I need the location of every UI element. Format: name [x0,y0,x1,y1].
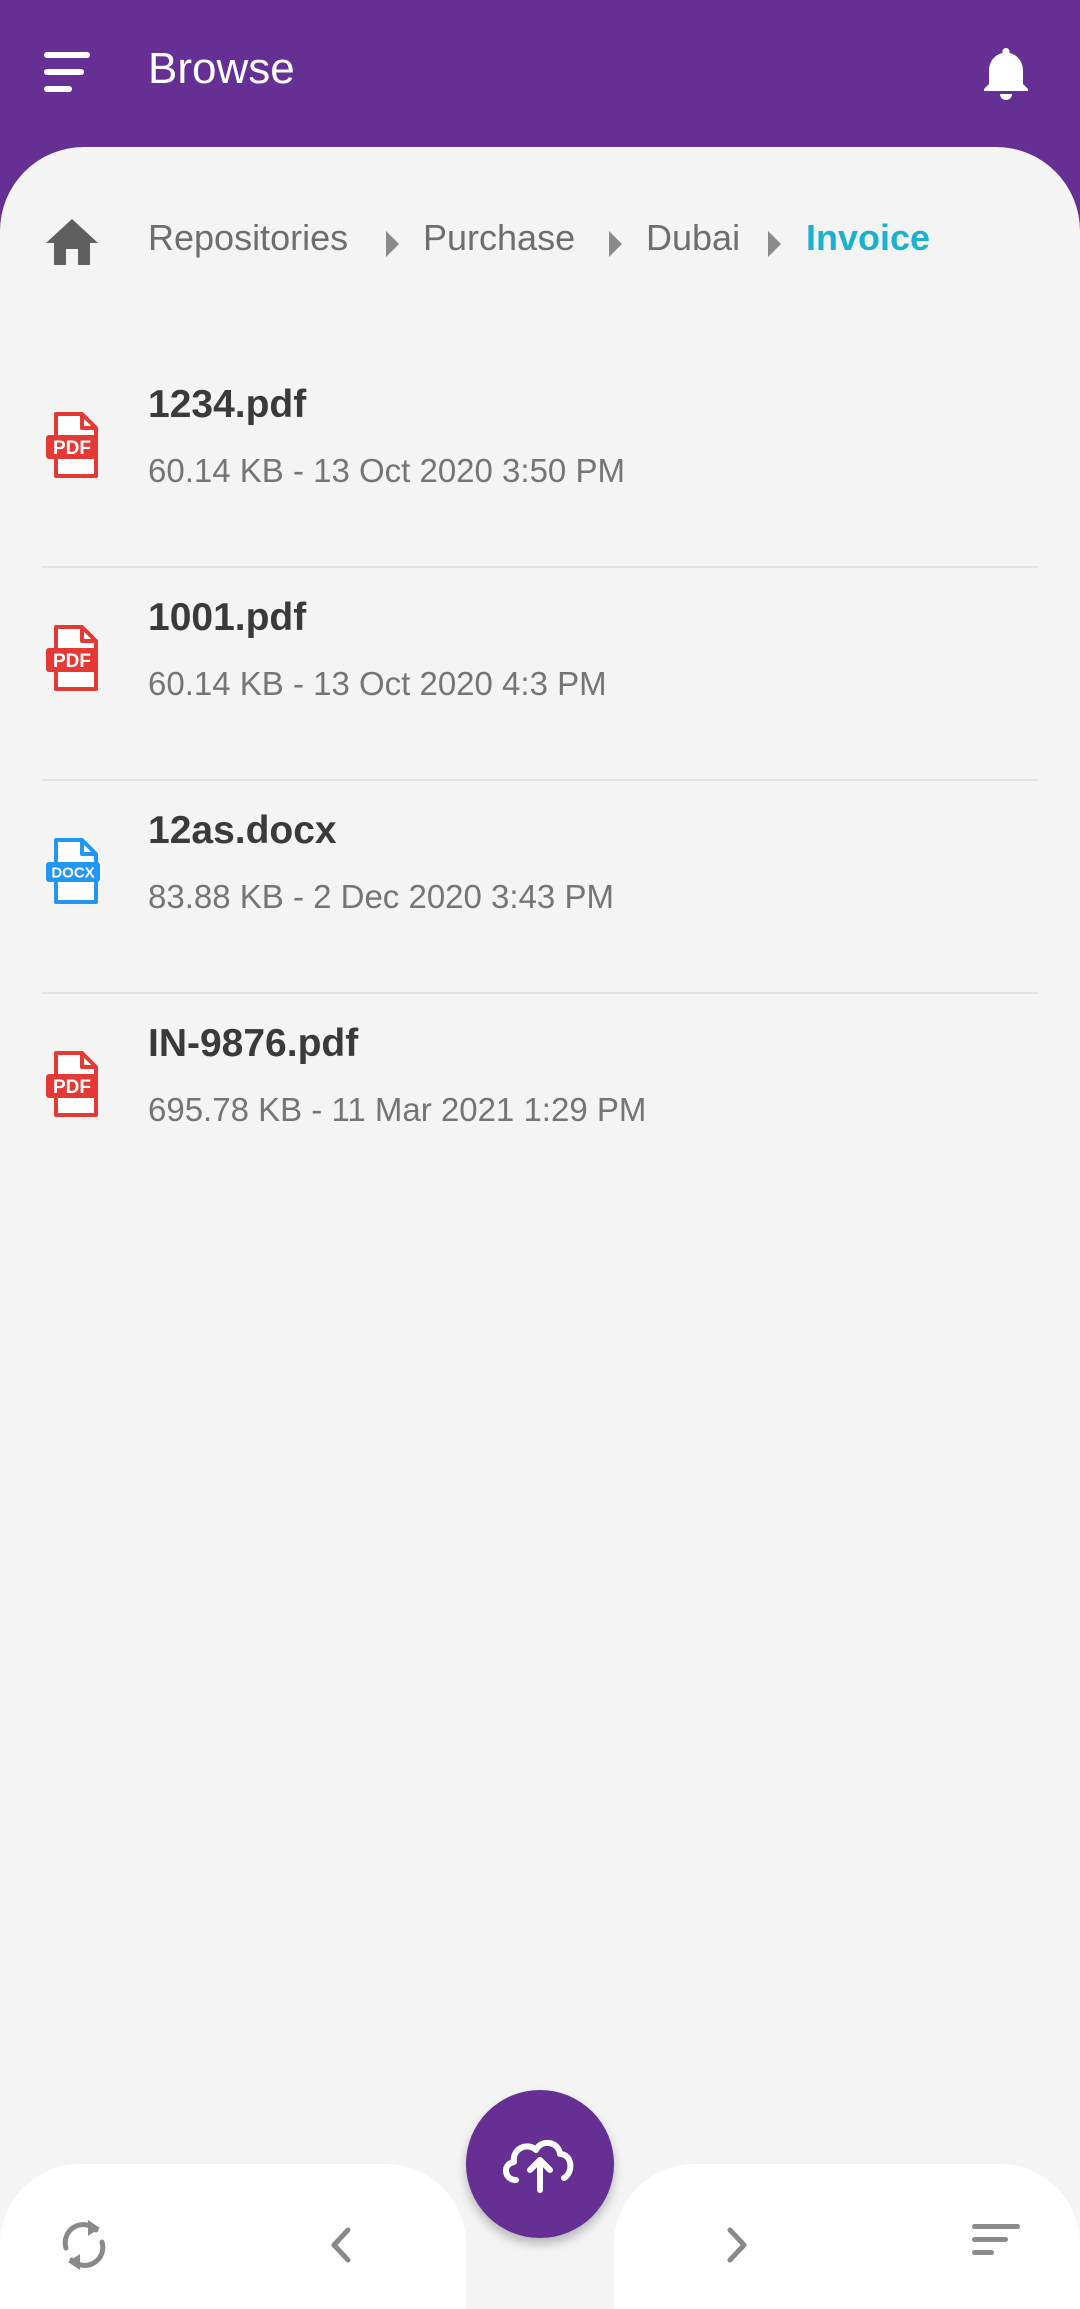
page-title: Browse [148,44,295,93]
pdf-file-icon: PDF [44,411,102,479]
file-item[interactable]: PDF IN-9876.pdf 695.78 KB - 11 Mar 2021 … [0,994,1080,1207]
docx-file-icon: DOCX [44,837,102,905]
menu-icon[interactable] [44,46,94,100]
file-item[interactable]: PDF 1001.pdf 60.14 KB - 13 Oct 2020 4:3 … [0,568,1080,781]
app: Browse Repositories Purchase Dubai Invoi… [0,0,1080,2309]
content-sheet: Repositories Purchase Dubai Invoice PDF [0,147,1080,2309]
file-name: 12as.docx [148,809,337,852]
chevron-right-icon [386,231,399,257]
file-item[interactable]: DOCX 12as.docx 83.88 KB - 2 Dec 2020 3:4… [0,781,1080,994]
refresh-icon[interactable] [58,2214,110,2274]
file-item[interactable]: PDF 1234.pdf 60.14 KB - 13 Oct 2020 3:50… [0,355,1080,568]
file-meta: 695.78 KB - 11 Mar 2021 1:29 PM [148,1091,647,1128]
svg-text:DOCX: DOCX [51,865,94,882]
file-name: 1234.pdf [148,383,307,426]
svg-text:PDF: PDF [53,651,91,672]
file-meta: 60.14 KB - 13 Oct 2020 4:3 PM [148,665,607,702]
svg-text:PDF: PDF [53,1077,91,1098]
file-list: PDF 1234.pdf 60.14 KB - 13 Oct 2020 3:50… [0,355,1080,1207]
cloud-upload-icon [503,2140,574,2193]
bell-icon[interactable] [980,44,1032,102]
file-meta: 60.14 KB - 13 Oct 2020 3:50 PM [148,452,625,489]
chevron-right-icon [609,231,622,257]
file-name: 1001.pdf [148,596,307,639]
upload-button[interactable] [466,2090,614,2238]
home-icon[interactable] [44,217,100,267]
breadcrumb-item-invoice[interactable]: Invoice [806,217,930,259]
file-meta: 83.88 KB - 2 Dec 2020 3:43 PM [148,878,614,915]
breadcrumb-item-repositories[interactable]: Repositories [148,217,348,259]
pdf-file-icon: PDF [44,624,102,692]
breadcrumb-item-purchase[interactable]: Purchase [423,217,575,259]
pdf-file-icon: PDF [44,1050,102,1118]
chevron-right-icon[interactable] [722,2224,752,2266]
sort-icon[interactable] [970,2218,1022,2262]
file-name: IN-9876.pdf [148,1022,359,1065]
chevron-right-icon [768,231,781,257]
chevron-left-icon[interactable] [326,2224,356,2266]
breadcrumb-item-dubai[interactable]: Dubai [646,217,740,259]
app-header: Browse [0,0,1080,148]
svg-text:PDF: PDF [53,438,91,459]
breadcrumb: Repositories Purchase Dubai Invoice [0,209,1080,269]
